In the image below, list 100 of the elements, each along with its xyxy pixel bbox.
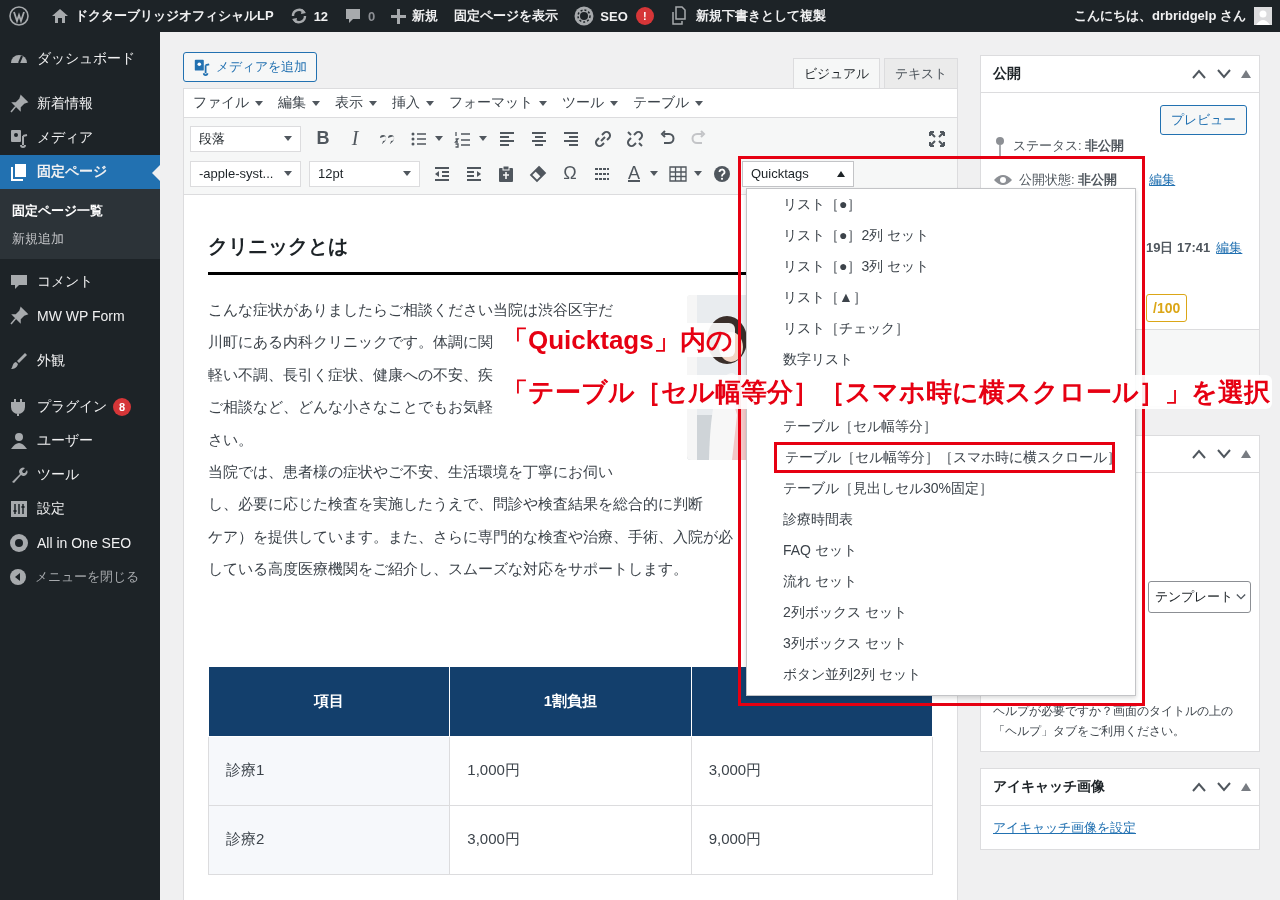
chevron-down-icon[interactable]	[1216, 782, 1232, 792]
paragraph-line: している高度医療機関をご紹介し、スムーズな対応をサポートします。	[208, 559, 688, 580]
dropdown-item[interactable]: 2列ボックス セット	[747, 597, 1135, 628]
caret-icon[interactable]	[650, 171, 658, 176]
dropdown-item[interactable]: 診療時間表	[747, 504, 1135, 535]
text-color-button[interactable]: A	[620, 161, 648, 186]
font-family-select[interactable]: -apple-syst...	[190, 160, 301, 187]
submenu-item[interactable]: 新規追加	[0, 225, 160, 253]
collapse-triangle-icon[interactable]	[1241, 450, 1251, 458]
edit-link[interactable]: 編集	[1216, 239, 1243, 257]
menu-item[interactable]: フォーマット	[449, 94, 547, 112]
help-text: ヘルプが必要ですか？画面のタイトルの上の「ヘルプ」タブをご利用ください。	[993, 703, 1234, 740]
seo-menu[interactable]: SEO	[600, 8, 628, 24]
bold-button[interactable]: B	[309, 126, 337, 151]
paragraph-line: 当院では、患者様の症状やご不安、生活環境を丁寧にお伺い	[208, 462, 613, 483]
sidebar-item[interactable]: ツール	[0, 458, 160, 492]
collapse-menu-button[interactable]: メニューを閉じる	[0, 560, 160, 594]
dropdown-item[interactable]: リスト［●］	[747, 189, 1135, 220]
home-icon[interactable]	[51, 8, 69, 24]
quicktags-select[interactable]: Quicktags	[742, 160, 854, 187]
chevron-up-icon[interactable]	[1191, 782, 1207, 792]
submenu-item[interactable]: 固定ページ一覧	[0, 197, 160, 225]
wordpress-logo-icon[interactable]	[9, 6, 29, 26]
dropdown-item[interactable]: ボタン並列2列 セット	[747, 659, 1135, 690]
caret-icon[interactable]	[479, 136, 487, 141]
sidebar-item[interactable]: All in One SEO	[0, 526, 160, 560]
table-header-cell: 1割負担	[449, 666, 692, 737]
chevron-down-icon[interactable]	[1216, 449, 1232, 459]
chevron-down-icon[interactable]	[1216, 69, 1232, 79]
sidebar-item[interactable]: 設定	[0, 492, 160, 526]
dropdown-item[interactable]: リスト［▲］	[747, 282, 1135, 313]
caret-icon[interactable]	[694, 171, 702, 176]
status-text: ステータス: 非公開	[1013, 137, 1125, 155]
notification-badge: !	[635, 7, 654, 25]
menu-item[interactable]: ファイル	[193, 94, 263, 112]
dropdown-item[interactable]: FAQ セット	[747, 535, 1135, 566]
panel-title: アイキャッチ画像	[993, 778, 1105, 796]
format-select[interactable]: 段落	[190, 125, 301, 152]
menu-item[interactable]: 表示	[335, 94, 377, 112]
sidebar-item[interactable]: 新着情報	[0, 87, 160, 121]
comment-count[interactable]: 0	[368, 8, 376, 24]
menu-item[interactable]: テーブル	[633, 94, 703, 112]
chevron-up-icon[interactable]	[1191, 69, 1207, 79]
dropdown-item[interactable]: テーブル［セル幅等分］［スマホ時に横スクロール］	[774, 442, 1115, 473]
dropdown-item[interactable]: 流れ セット	[747, 566, 1135, 597]
plus-icon[interactable]	[391, 8, 407, 24]
sidebar-item[interactable]: ダッシュボード	[0, 42, 160, 76]
sliders-icon	[9, 499, 29, 519]
editor-tab[interactable]: ビジュアル	[793, 58, 880, 88]
editor-tab[interactable]: テキスト	[884, 58, 958, 88]
paragraph-line: ケア）を提供しています。また、さらに専門的な検査や治療、手術、入院が必	[208, 526, 733, 547]
brush-icon	[9, 351, 29, 371]
view-page-link[interactable]: 固定ページを表示	[454, 7, 559, 25]
menu-item[interactable]: 編集	[278, 94, 320, 112]
caret-icon[interactable]	[435, 136, 443, 141]
dropdown-item[interactable]: テーブル［見出しセル30%固定］	[747, 473, 1135, 504]
eye-icon	[993, 173, 1013, 187]
chevron-up-icon[interactable]	[1191, 449, 1207, 459]
sidebar-item[interactable]: ユーザー	[0, 424, 160, 458]
sidebar-item[interactable]: メディア	[0, 121, 160, 155]
italic-button[interactable]: I	[341, 126, 369, 151]
table-header-cell: 項目	[208, 666, 450, 737]
paragraph-line: 川町にある内科クリニックです。体調に関	[208, 332, 493, 353]
panel-title: 公開	[993, 65, 1021, 83]
sidebar-item[interactable]: MW WP Form	[0, 299, 160, 333]
sidebar-item[interactable]: プラグイン 8	[0, 390, 160, 424]
sidebar-item[interactable]: 固定ページ	[0, 155, 160, 189]
sidebar-item[interactable]: 外観	[0, 344, 160, 378]
media-icon	[9, 128, 29, 148]
set-featured-image-link[interactable]: アイキャッチ画像を設定	[993, 820, 1136, 835]
sidebar-item[interactable]: コメント	[0, 265, 160, 299]
dropdown-item[interactable]: テーブル［セル幅等分］	[747, 411, 1135, 442]
paragraph-line: ご相談など、どんな小さなことでもお気軽	[208, 397, 493, 418]
dropdown-item[interactable]: リスト［チェック］	[747, 313, 1135, 344]
update-count[interactable]: 12	[313, 8, 329, 24]
template-select[interactable]: テンプレート	[1148, 581, 1251, 613]
table-cell: 1,000円	[449, 736, 692, 806]
publish-time-text: 19日 17:41	[1146, 239, 1211, 257]
site-name-link[interactable]: ドクターブリッジオフィシャルLP	[75, 7, 274, 25]
comment-icon[interactable]	[344, 7, 363, 25]
preview-button[interactable]: プレビュー	[1160, 105, 1247, 135]
menu-item[interactable]: 挿入	[392, 94, 434, 112]
new-menu[interactable]: 新規	[412, 7, 439, 25]
paragraph-line: し、必要に応じた検査を実施したうえで、問診や検査結果を総合的に判断	[208, 494, 703, 515]
special-character-button[interactable]: Ω	[556, 161, 584, 186]
add-media-button[interactable]: メディアを追加	[183, 52, 317, 82]
collapse-triangle-icon[interactable]	[1241, 70, 1251, 78]
paragraph-line: さい。	[208, 429, 253, 450]
media-icon	[193, 58, 211, 76]
dropdown-item[interactable]: 数字リスト	[747, 344, 1135, 375]
font-size-select[interactable]: 12pt	[309, 160, 420, 187]
menu-item[interactable]: ツール	[562, 94, 618, 112]
pin-icon	[993, 136, 1007, 156]
collapse-triangle-icon[interactable]	[1241, 783, 1251, 791]
refresh-icon[interactable]	[289, 7, 308, 25]
duplicate-draft-link[interactable]: 新規下書きとして複製	[695, 7, 826, 25]
seo-score-badge: /100	[1146, 294, 1188, 322]
greeting-text[interactable]: こんにちは、drbridgelp さん	[1074, 7, 1246, 25]
edit-link[interactable]: 編集	[1149, 171, 1176, 189]
dropdown-item[interactable]: 3列ボックス セット	[747, 628, 1135, 659]
